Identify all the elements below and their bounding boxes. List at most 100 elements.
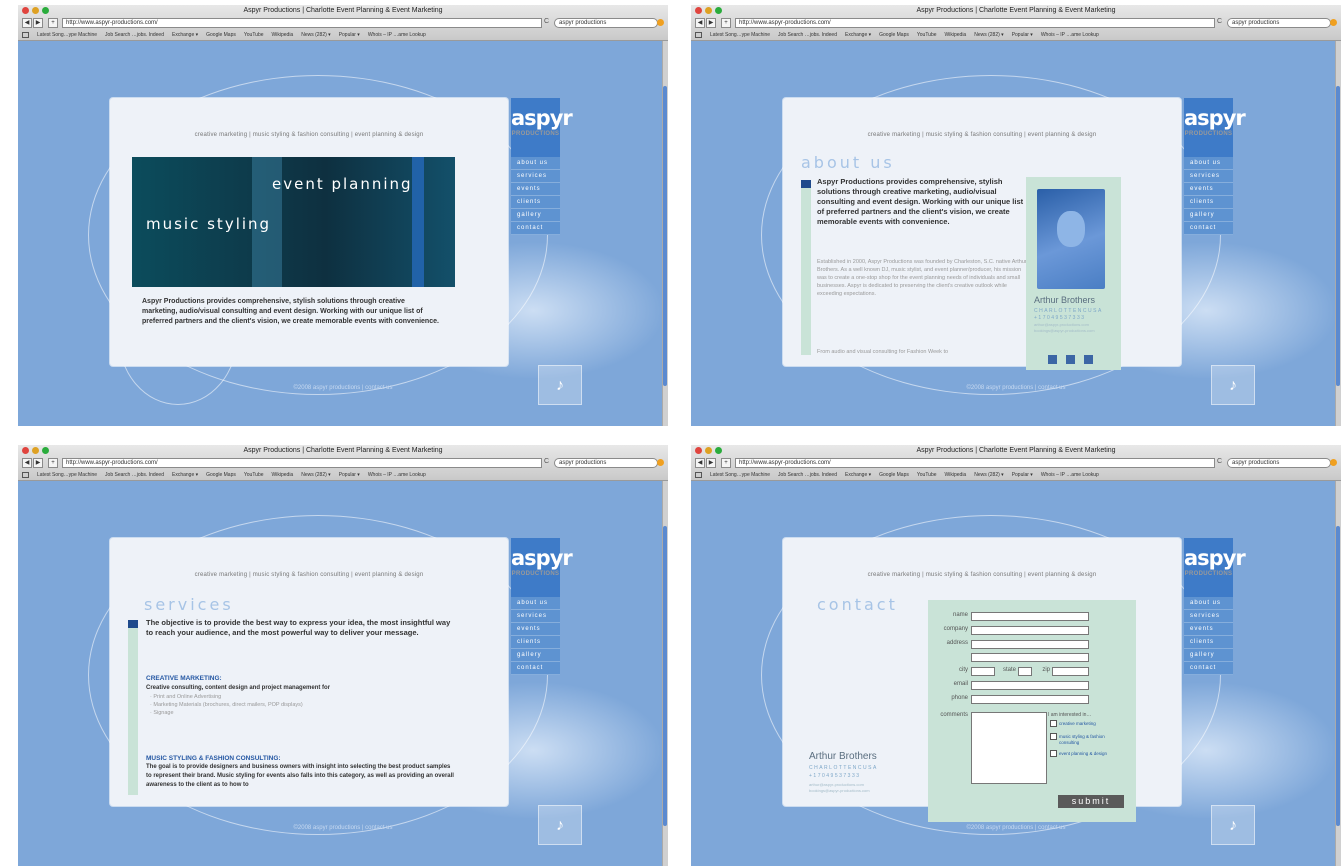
forward-icon[interactable]: ▶ [706, 458, 716, 468]
bookmark[interactable]: Whois – IP …ame Lookup [368, 30, 426, 40]
bookmark[interactable]: Google Maps [206, 470, 236, 480]
back-icon[interactable]: ◀ [22, 18, 32, 28]
side-nav-about[interactable]: about us [511, 597, 560, 610]
add-bookmark-icon[interactable]: + [48, 18, 58, 28]
side-nav-clients[interactable]: clients [511, 636, 560, 649]
side-nav-events[interactable]: events [511, 183, 560, 196]
apple-icon[interactable] [1066, 355, 1075, 364]
side-nav-gallery[interactable]: gallery [511, 649, 560, 662]
search-field[interactable]: aspyr productions [1227, 458, 1331, 468]
snapback-icon[interactable] [657, 459, 664, 466]
bookmark[interactable]: Popular ▾ [339, 30, 360, 40]
scrollbar[interactable] [1335, 481, 1341, 866]
top-nav[interactable]: creative marketing | music styling & fas… [783, 132, 1181, 138]
interest-checkbox[interactable] [1050, 750, 1057, 757]
bookmark[interactable]: Exchange ▾ [845, 470, 871, 480]
music-note-icon[interactable]: ♪ [538, 805, 582, 845]
email-field[interactable] [971, 681, 1089, 690]
side-nav-about[interactable]: about us [1184, 157, 1233, 170]
zip-field[interactable] [1052, 667, 1089, 676]
name-field[interactable] [971, 612, 1089, 621]
bookmark[interactable]: Job Search …jobs. Indeed [778, 30, 837, 40]
comments-textarea[interactable] [971, 712, 1047, 784]
profile-email[interactable]: arthur@aspyr-productions.com [1034, 322, 1089, 327]
forward-icon[interactable]: ▶ [706, 18, 716, 28]
side-nav-services[interactable]: services [1184, 610, 1233, 623]
side-nav-contact[interactable]: contact [1184, 662, 1233, 675]
interest-checkbox[interactable] [1050, 733, 1057, 740]
music-note-icon[interactable]: ♪ [1211, 805, 1255, 845]
address-bar[interactable]: http://www.aspyr-productions.com/ [735, 458, 1215, 468]
reload-icon[interactable]: C [1217, 458, 1222, 465]
city-field[interactable] [971, 667, 995, 676]
side-nav-gallery[interactable]: gallery [1184, 209, 1233, 222]
scrollbar[interactable] [1335, 41, 1341, 426]
bookmark[interactable]: YouTube [244, 30, 264, 40]
search-field[interactable]: aspyr productions [554, 458, 658, 468]
side-nav-clients[interactable]: clients [1184, 636, 1233, 649]
bookmark[interactable]: Wikipedia [945, 30, 967, 40]
site-logo[interactable]: aspyr PRODUCTIONS [1184, 98, 1246, 157]
bookmark[interactable]: Latest Song…ype Machine [37, 30, 97, 40]
bookmark[interactable]: Exchange ▾ [172, 30, 198, 40]
bookmark[interactable]: Google Maps [206, 30, 236, 40]
bookmark[interactable]: News (282) ▾ [974, 30, 1003, 40]
contact-card-icon[interactable] [1048, 355, 1057, 364]
music-note-icon[interactable]: ♪ [1211, 365, 1255, 405]
side-nav-about[interactable]: about us [1184, 597, 1233, 610]
profile-email[interactable]: bookings@aspyr-productions.com [1034, 328, 1095, 333]
bookmark[interactable]: Job Search …jobs. Indeed [105, 30, 164, 40]
snapback-icon[interactable] [657, 19, 664, 26]
bookmark[interactable]: Google Maps [879, 470, 909, 480]
interest-checkbox[interactable] [1050, 720, 1057, 727]
side-nav-gallery[interactable]: gallery [1184, 649, 1233, 662]
side-nav-contact[interactable]: contact [1184, 222, 1233, 235]
side-nav-services[interactable]: services [511, 610, 560, 623]
bookmark[interactable]: Exchange ▾ [172, 470, 198, 480]
bookmark[interactable]: News (282) ▾ [974, 470, 1003, 480]
bookmark[interactable]: Wikipedia [272, 470, 294, 480]
side-nav-events[interactable]: events [1184, 623, 1233, 636]
bookmark[interactable]: Exchange ▾ [845, 30, 871, 40]
side-nav-clients[interactable]: clients [511, 196, 560, 209]
side-nav-contact[interactable]: contact [511, 662, 560, 675]
reload-icon[interactable]: C [1217, 18, 1222, 25]
top-nav[interactable]: creative marketing | music styling & fas… [110, 132, 508, 138]
bookmark[interactable]: News (282) ▾ [301, 470, 330, 480]
side-nav-services[interactable]: services [1184, 170, 1233, 183]
side-nav-gallery[interactable]: gallery [511, 209, 560, 222]
bookmarks-icon[interactable] [22, 32, 29, 38]
bookmark[interactable]: Whois – IP …ame Lookup [1041, 470, 1099, 480]
scrollbar[interactable] [662, 41, 668, 426]
bookmark[interactable]: Whois – IP …ame Lookup [1041, 30, 1099, 40]
scrollbar[interactable] [662, 481, 668, 866]
snapback-icon[interactable] [1330, 19, 1337, 26]
side-nav-events[interactable]: events [511, 623, 560, 636]
back-icon[interactable]: ◀ [22, 458, 32, 468]
bookmark[interactable]: Wikipedia [272, 30, 294, 40]
bookmark[interactable]: YouTube [917, 30, 937, 40]
music-note-icon[interactable]: ♪ [538, 365, 582, 405]
bookmark[interactable]: Popular ▾ [1012, 30, 1033, 40]
bookmark[interactable]: Job Search …jobs. Indeed [778, 470, 837, 480]
back-icon[interactable]: ◀ [695, 18, 705, 28]
bookmark[interactable]: Wikipedia [945, 470, 967, 480]
top-nav[interactable]: creative marketing | music styling & fas… [110, 572, 508, 578]
reload-icon[interactable]: C [544, 458, 549, 465]
forward-icon[interactable]: ▶ [33, 458, 43, 468]
address-bar[interactable]: http://www.aspyr-productions.com/ [62, 18, 542, 28]
side-nav-services[interactable]: services [511, 170, 560, 183]
bookmark[interactable]: Google Maps [879, 30, 909, 40]
profile-email[interactable]: arthur@aspyr-productions.com [809, 782, 864, 787]
add-bookmark-icon[interactable]: + [721, 18, 731, 28]
phone-field[interactable] [971, 695, 1089, 704]
site-logo[interactable]: aspyr PRODUCTIONS [511, 538, 573, 597]
state-field[interactable] [1018, 667, 1032, 676]
bookmark[interactable]: Latest Song…ype Machine [37, 470, 97, 480]
add-bookmark-icon[interactable]: + [48, 458, 58, 468]
back-icon[interactable]: ◀ [695, 458, 705, 468]
address-field[interactable] [971, 640, 1089, 649]
bookmark[interactable]: Popular ▾ [339, 470, 360, 480]
bookmark[interactable]: Popular ▾ [1012, 470, 1033, 480]
bookmark[interactable]: YouTube [917, 470, 937, 480]
